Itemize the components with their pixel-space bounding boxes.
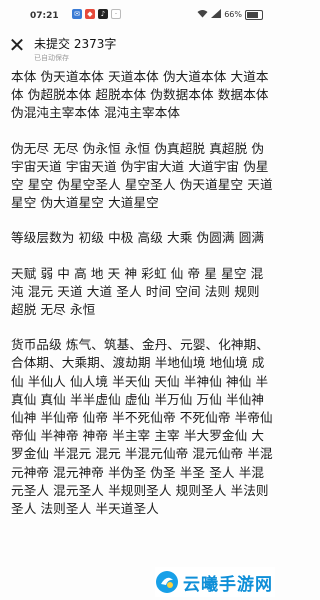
- watermark-logo-icon: [156, 571, 178, 593]
- status-notification-icons: ✉ ◆ ♪ ·: [72, 9, 121, 19]
- autosave-status: 已自动保存: [34, 54, 69, 62]
- site-watermark: 云曦手游网: [155, 567, 275, 597]
- editor-header: ✕ 未提交 2373字 已自动保存: [0, 30, 277, 70]
- watermark-text: 云曦手游网: [183, 574, 273, 595]
- wifi-icon: [197, 9, 208, 20]
- signal-icon: [211, 9, 222, 20]
- app-notification-icon: ♪: [98, 9, 108, 19]
- text-paragraph[interactable]: 伪无尽 无尽 伪永恒 永恒 伪真超脱 真超脱 伪宇宙天道 宇宙天道 伪宇宙大道 …: [11, 140, 274, 213]
- text-paragraph[interactable]: 等级层数为 初级 中极 高级 大乘 伪圆满 圆满: [11, 229, 274, 247]
- status-right: 66%: [197, 9, 263, 20]
- status-bar: 07:21 ✉ ◆ ♪ · 66%: [0, 0, 277, 28]
- editor-body[interactable]: 本体 伪天道本体 天道本体 伪大道本体 大道本体 伪超脱本体 超脱本体 伪数据本…: [11, 68, 274, 535]
- text-paragraph[interactable]: 本体 伪天道本体 天道本体 伪大道本体 大道本体 伪超脱本体 超脱本体 伪数据本…: [11, 68, 274, 123]
- close-button[interactable]: ✕: [6, 34, 28, 56]
- text-paragraph[interactable]: 天赋 弱 中 高 地 天 神 彩虹 仙 帝 星 星空 混沌 混元 天道 大道 圣…: [11, 265, 274, 320]
- app-notification-icon: ✉: [72, 9, 82, 19]
- app-notification-icon: ◆: [85, 9, 95, 19]
- text-paragraph[interactable]: 货币品级 炼气、筑基、金丹、元婴、化神期、合体期、大乘期、渡劫期 半地仙境 地仙…: [11, 336, 274, 518]
- draft-title: 未提交 2373字: [34, 37, 117, 51]
- close-icon: ✕: [8, 33, 26, 57]
- status-time: 07:21: [30, 11, 59, 21]
- battery-percent: 66%: [224, 10, 242, 19]
- battery-icon: [245, 9, 263, 20]
- more-notifications-icon: ·: [111, 9, 121, 19]
